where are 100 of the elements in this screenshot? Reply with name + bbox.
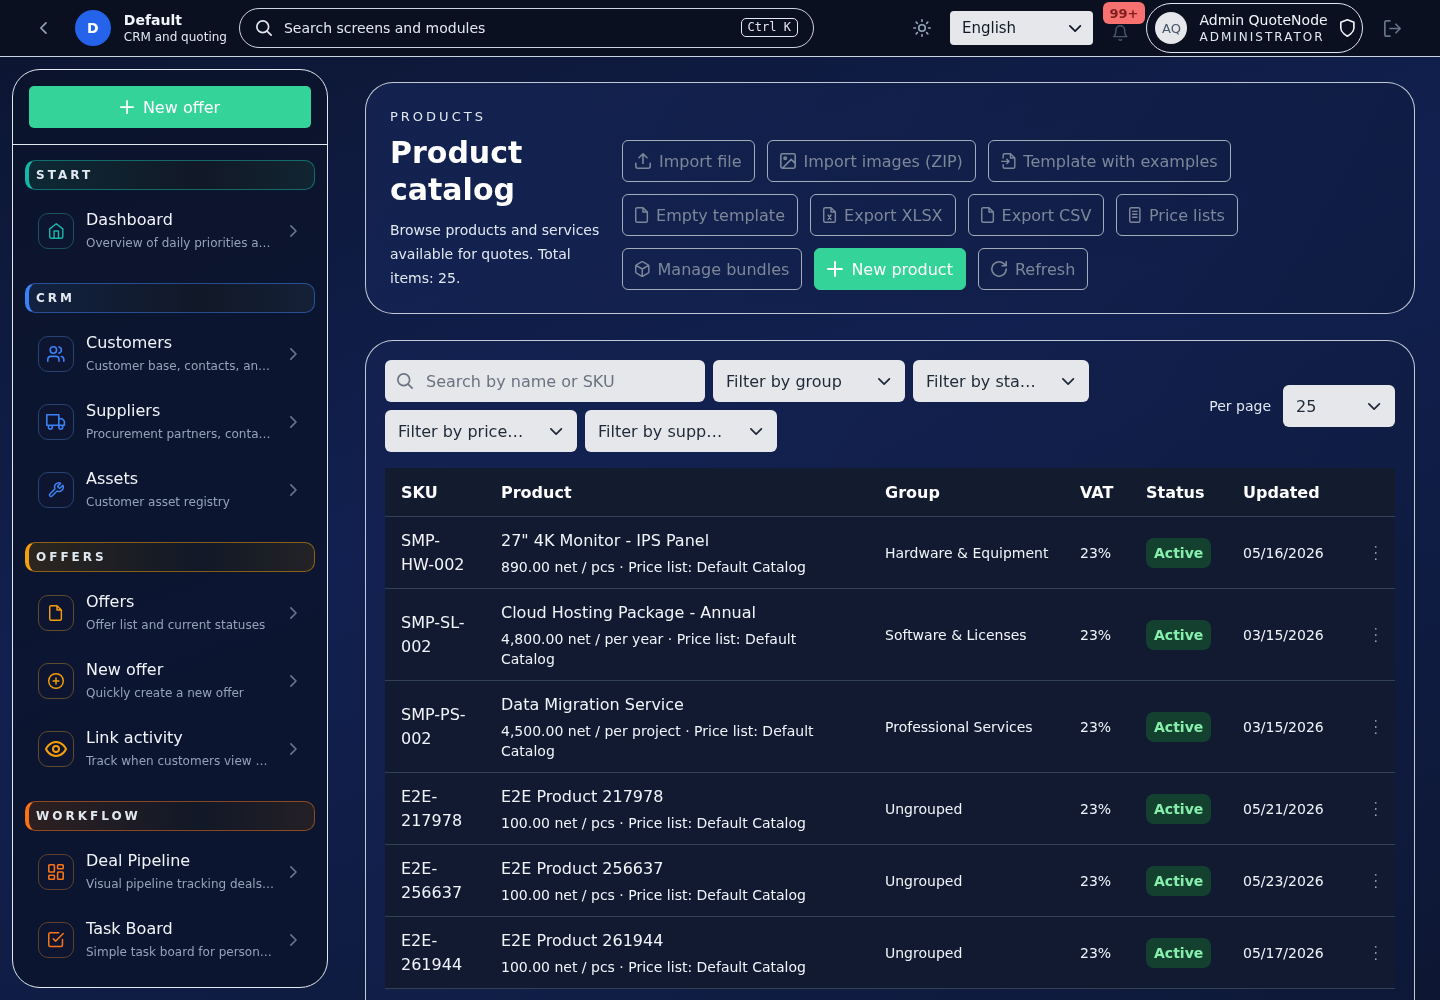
user-avatar: AQ [1155,12,1188,44]
column-header: Group [885,482,940,502]
nav-item[interactable]: Task Board Simple task board for person… [25,906,315,974]
kebab-menu-icon[interactable] [1373,544,1378,561]
section-header: WORKFLOW [25,801,315,831]
chevron-left-icon[interactable] [40,22,47,34]
group-name: Ungrouped [885,873,963,889]
list-icon [1129,207,1141,223]
chevron-right-icon [290,484,297,496]
per-page-label: Per page [1209,398,1271,414]
vat-rate: 23% [1080,545,1112,561]
group-name: Software & Licenses [885,627,1027,643]
product-details: 100.00 net / pcs · Price list: Default Catalog [501,886,807,905]
nav-item[interactable]: Deal Pipeline Visual pipeline tracking deals… [25,838,315,906]
nav-item[interactable]: Suppliers Procurement partners, conta… [25,388,315,456]
kebab-menu-icon[interactable] [1373,872,1378,889]
grid-icon [38,854,74,890]
page-eyebrow: PRODUCTS [390,108,487,126]
product-details: 890.00 net / pcs · Price list: Default Catalog [501,558,807,577]
chevron-down-icon [1061,377,1074,385]
nav-item[interactable]: Customers Customer base, contacts, an… [25,320,315,388]
sun-icon[interactable] [912,19,931,37]
nav-item[interactable]: Link activity Track when customers view … [25,715,315,783]
sku-text: E2E-217978 [401,786,464,832]
search-icon [255,20,272,36]
status-badge: Active [1146,866,1212,896]
document-icon [980,207,994,223]
people-icon [38,336,74,372]
status-badge: Active [1146,794,1212,824]
kebab-menu-icon[interactable] [1373,944,1378,961]
action-button[interactable]: Template with examples [987,140,1231,182]
logout-icon[interactable] [1384,19,1402,37]
action-button[interactable]: Export CSV [967,194,1105,236]
kebab-menu-icon[interactable] [1373,718,1378,735]
column-header: Product [501,482,572,502]
action-button[interactable]: Manage bundles [622,248,803,290]
group-name: Ungrouped [885,945,963,961]
sku-text: SMP-HW-002 [401,530,466,576]
updated-date: 03/15/2026 [1243,719,1324,735]
action-button[interactable]: Export XLSX [810,194,956,236]
chevron-down-icon [877,377,890,385]
chevron-down-icon [749,427,762,435]
product-name: E2E Product 217978 [501,786,665,808]
action-button[interactable]: Import file [622,140,755,182]
nav-item[interactable]: Dashboard Overview of daily priorities a… [25,197,315,265]
kebab-menu-icon[interactable] [1373,626,1378,643]
language-select[interactable]: English [949,11,1093,45]
chevron-right-icon [290,607,297,619]
vat-rate: 23% [1080,719,1112,735]
updated-date: 05/23/2026 [1243,873,1324,889]
checkbox-icon [38,922,74,958]
chevron-right-icon [290,866,297,878]
nav-item[interactable]: New offer Quickly create a new offer [25,647,315,715]
column-header: SKU [401,482,438,502]
user-menu[interactable]: AQ Admin QuoteNode ADMINISTRATOR [1146,3,1364,53]
status-badge: Active [1146,538,1212,568]
action-button[interactable]: Import images (ZIP) [766,140,976,182]
vat-rate: 23% [1080,801,1112,817]
image-icon [779,153,796,169]
filter-select[interactable]: Filter by supp… [585,410,777,452]
action-button[interactable]: Refresh [977,248,1089,290]
updated-date: 03/15/2026 [1243,627,1324,643]
product-name: E2E Product 261944 [501,930,665,952]
section-header: OFFERS [25,542,315,572]
notification-badge: 99+ [1102,2,1145,24]
product-name: 27" 4K Monitor - IPS Panel [501,530,711,552]
chevron-right-icon [290,743,297,755]
chevron-right-icon [290,225,297,237]
product-details: 100.00 net / pcs · Price list: Default Catalog [501,958,807,977]
search-field[interactable]: Search by name or SKU [385,360,705,402]
status-badge: Active [1146,620,1212,650]
home-icon [38,213,74,249]
section-header: CRM [25,283,315,313]
product-name: Data Migration Service [501,694,685,716]
action-button[interactable]: Empty template [622,194,798,236]
bell-icon[interactable] [1112,25,1128,41]
group-name: Ungrouped [885,801,963,817]
status-badge: Active [1146,938,1212,968]
per-page-select[interactable]: 25 [1283,385,1395,427]
filter-select[interactable]: Filter by sta… [913,360,1089,402]
kebab-menu-icon[interactable] [1373,800,1378,817]
sku-text: SMP-PS-002 [401,704,467,750]
filter-select[interactable]: Filter by price… [385,410,577,452]
nav-item[interactable]: Assets Customer asset registry [25,456,315,524]
file-arrow-icon [1000,153,1016,169]
vat-rate: 23% [1080,945,1112,961]
nav-item[interactable]: Offers Offer list and current statuses [25,579,315,647]
product-details: 4,800.00 net / per year · Price list: Default Catalog [501,630,798,669]
truck-icon [38,404,74,440]
filter-select[interactable]: Filter by group [713,360,905,402]
shield-icon [1339,19,1355,37]
updated-date: 05/16/2026 [1243,545,1324,561]
document-icon [635,207,649,223]
sku-text: E2E-261944 [401,930,464,976]
chevron-down-icon [1068,24,1081,32]
product-name: Cloud Hosting Package - Annual [501,602,757,624]
chevron-down-icon [549,427,562,435]
action-button[interactable]: Price lists [1116,194,1238,236]
document-x-icon [823,207,837,223]
product-details: 4,500.00 net / per project · Price list: Default Catalog [501,722,815,761]
